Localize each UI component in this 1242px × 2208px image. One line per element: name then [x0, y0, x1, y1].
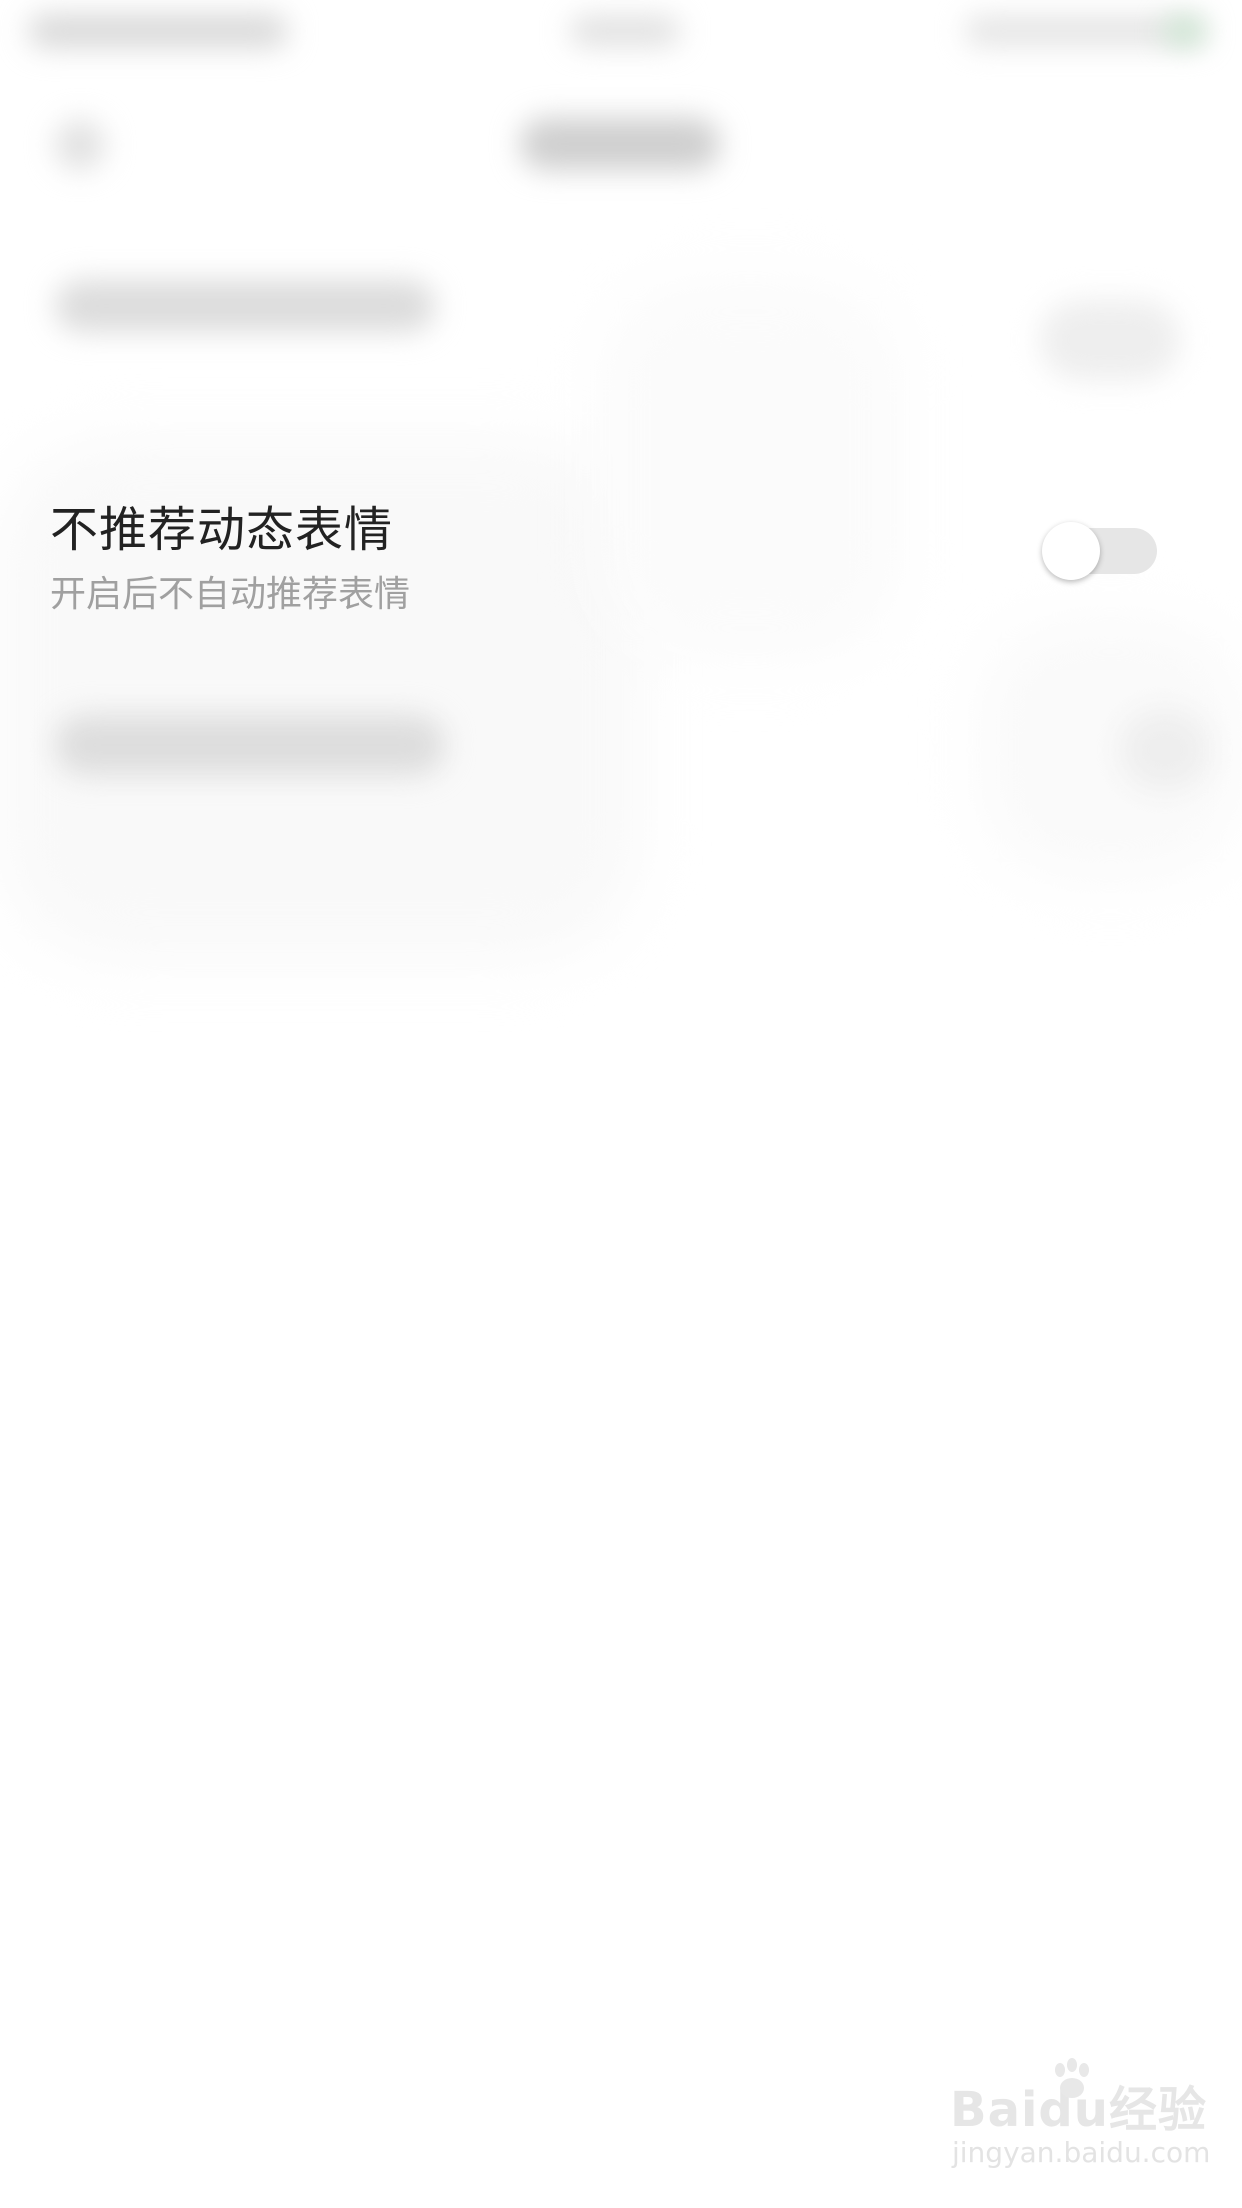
page-title-blurred	[520, 118, 720, 170]
settings-item-blurred[interactable]	[55, 280, 435, 332]
setting-row-no-animated-sticker[interactable]: 不推荐动态表情 开启后不自动推荐表情	[0, 470, 1242, 630]
watermark: Baidu经验 jingyan.baidu.com	[950, 2058, 1210, 2180]
back-icon[interactable]	[55, 120, 105, 170]
toggle-switch[interactable]	[1042, 522, 1157, 580]
settings-screen: 不推荐动态表情 开启后不自动推荐表情 Baidu经验 jingyan.baidu…	[0, 0, 1242, 2208]
chevron-right-icon[interactable]	[1120, 710, 1210, 790]
toggle-knob	[1042, 522, 1100, 580]
settings-item-value-blurred[interactable]	[1040, 300, 1180, 380]
watermark-url: jingyan.baidu.com	[952, 2136, 1211, 2169]
setting-subtitle: 开启后不自动推荐表情	[50, 574, 411, 615]
setting-title: 不推荐动态表情	[50, 502, 394, 558]
battery-icon	[1165, 18, 1205, 44]
paw-icon	[1055, 2058, 1089, 2098]
status-bar-time-blurred	[570, 16, 680, 46]
settings-item-blurred[interactable]	[55, 715, 445, 775]
status-bar-left-blurred	[28, 14, 288, 48]
